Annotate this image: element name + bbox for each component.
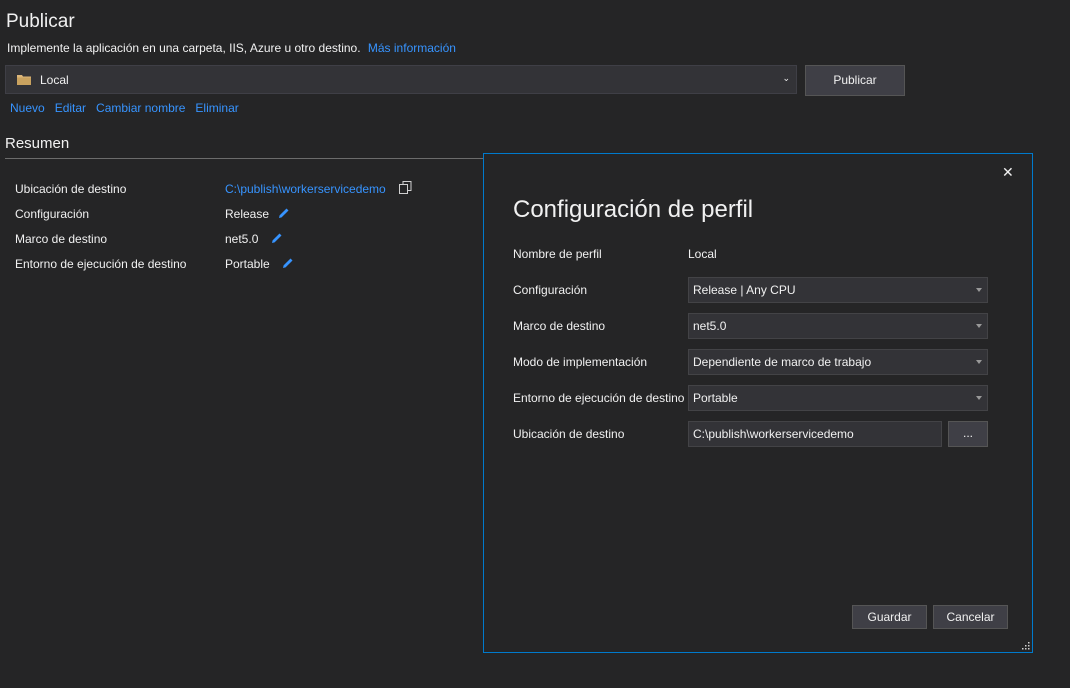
copy-icon[interactable] <box>399 181 412 194</box>
publish-button[interactable]: Publicar <box>805 65 905 96</box>
summary-label-runtime: Entorno de ejecución de destino <box>15 257 187 271</box>
dropdown-arrow-icon <box>976 396 982 400</box>
summary-divider <box>5 158 485 159</box>
configuration-select[interactable]: Release | Any CPU <box>688 277 988 303</box>
folder-icon <box>17 75 31 85</box>
chevron-down-icon: ⌄ <box>782 73 790 83</box>
save-button[interactable]: Guardar <box>852 605 927 629</box>
target-location-input[interactable]: C:\publish\workerservicedemo <box>688 421 942 447</box>
page-subtitle: Implemente la aplicación en una carpeta,… <box>7 41 456 55</box>
target-runtime-label: Entorno de ejecución de destino <box>513 391 685 405</box>
configuration-select-value: Release | Any CPU <box>693 283 796 297</box>
close-icon[interactable]: ✕ <box>1002 164 1014 181</box>
summary-value-configuration: Release <box>225 207 270 221</box>
delete-profile-link[interactable]: Eliminar <box>195 101 238 115</box>
summary-value-runtime: Portable <box>225 257 270 271</box>
new-profile-link[interactable]: Nuevo <box>10 101 45 115</box>
dropdown-arrow-icon <box>976 288 982 292</box>
summary-value-location-link[interactable]: C:\publish\workerservicedemo <box>225 182 386 196</box>
more-info-link[interactable]: Más información <box>368 41 456 55</box>
target-runtime-select[interactable]: Portable <box>688 385 988 411</box>
page-subtitle-text: Implemente la aplicación en una carpeta,… <box>7 41 361 55</box>
target-location-input-value: C:\publish\workerservicedemo <box>693 427 854 441</box>
rename-profile-link[interactable]: Cambiar nombre <box>96 101 185 115</box>
cancel-button[interactable]: Cancelar <box>933 605 1008 629</box>
profile-actions: Nuevo Editar Cambiar nombre Eliminar <box>10 101 239 115</box>
summary-title: Resumen <box>5 135 70 152</box>
browse-button[interactable]: ... <box>948 421 988 447</box>
dropdown-arrow-icon <box>976 360 982 364</box>
deployment-mode-select[interactable]: Dependiente de marco de trabajo <box>688 349 988 375</box>
target-framework-select[interactable]: net5.0 <box>688 313 988 339</box>
profile-name-label: Nombre de perfil <box>513 247 602 261</box>
profile-dropdown[interactable]: Local ⌄ <box>5 65 797 94</box>
profile-dropdown-value: Local <box>40 73 69 87</box>
resize-grip-icon[interactable] <box>1020 640 1030 650</box>
pencil-icon[interactable] <box>271 232 283 244</box>
configuration-label: Configuración <box>513 283 588 297</box>
edit-profile-link[interactable]: Editar <box>55 101 86 115</box>
summary-value-framework: net5.0 <box>225 232 259 246</box>
deployment-mode-select-value: Dependiente de marco de trabajo <box>693 355 872 369</box>
summary-label-framework: Marco de destino <box>15 232 108 246</box>
target-location-label: Ubicación de destino <box>513 427 625 441</box>
summary-label-location: Ubicación de destino <box>15 182 127 196</box>
pencil-icon[interactable] <box>278 207 290 219</box>
profile-settings-dialog: ✕ Configuración de perfil Nombre de perf… <box>483 153 1033 653</box>
summary-label-configuration: Configuración <box>15 207 90 221</box>
target-framework-label: Marco de destino <box>513 319 606 333</box>
target-framework-select-value: net5.0 <box>693 319 727 333</box>
dialog-title: Configuración de perfil <box>513 196 754 223</box>
profile-name-value: Local <box>688 247 717 261</box>
dropdown-arrow-icon <box>976 324 982 328</box>
page-title: Publicar <box>6 11 75 32</box>
deployment-mode-label: Modo de implementación <box>513 355 648 369</box>
target-runtime-select-value: Portable <box>693 391 738 405</box>
pencil-icon[interactable] <box>282 257 294 269</box>
